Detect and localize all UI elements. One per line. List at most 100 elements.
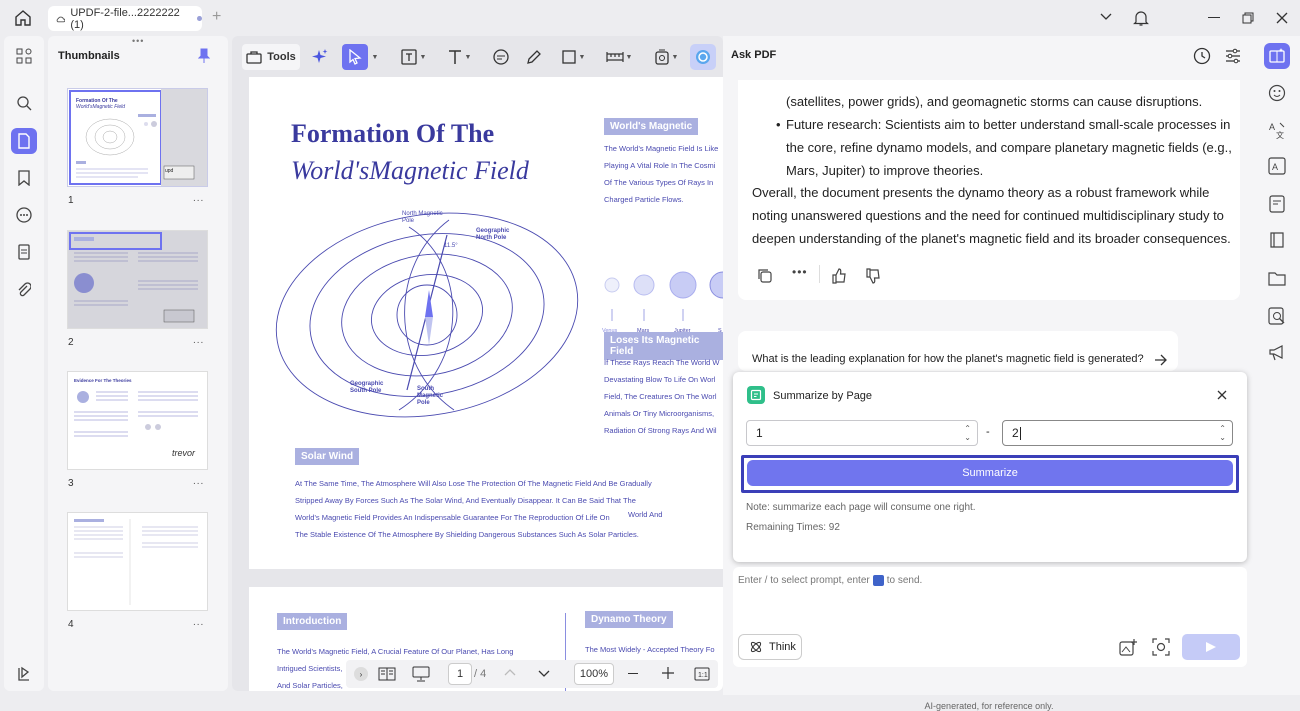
- drag-handle[interactable]: •••: [132, 36, 144, 46]
- world-text-line: Of The Various Types Of Rays In: [604, 178, 714, 187]
- search-icon[interactable]: [12, 91, 36, 115]
- ai-assistant-icon[interactable]: [690, 44, 716, 70]
- suggested-question[interactable]: What is the leading explanation for how …: [738, 331, 1178, 371]
- arrow-right-icon: [1154, 354, 1168, 366]
- stepper-arrows-icon[interactable]: ⌃ ⌄: [964, 424, 971, 442]
- unsaved-dot: [197, 16, 202, 21]
- summarize-dialog-title: Summarize by Page: [773, 390, 873, 402]
- tools-button[interactable]: Tools: [242, 44, 300, 70]
- planets-illustration: [604, 271, 723, 321]
- folder-icon[interactable]: [1265, 266, 1289, 290]
- document-area: Tools ▼ ▼ ▼ ▼ ▼ ▼ Formation Of The World…: [232, 36, 723, 691]
- search-doc-icon[interactable]: [1265, 304, 1289, 328]
- svg-text:A: A: [1269, 122, 1275, 132]
- thumbnail-panel: ••• Thumbnails Formation Of The World'sM…: [48, 36, 228, 691]
- zoom-in-button[interactable]: [662, 667, 674, 679]
- thumbnail-page-3[interactable]: Evidence For The Theories trevor: [68, 372, 207, 469]
- shape-icon[interactable]: ▼: [556, 44, 590, 70]
- answer-line-5: Overall, the document presents the dynam…: [752, 185, 1210, 200]
- intro-text-line: The World's Magnetic Field, A Crucial Fe…: [277, 647, 514, 656]
- megaphone-icon[interactable]: [1265, 341, 1289, 365]
- pen-icon[interactable]: [522, 44, 546, 70]
- toolbar: Tools ▼ ▼ ▼ ▼ ▼ ▼: [236, 40, 719, 72]
- svg-text:1:1: 1:1: [698, 672, 708, 679]
- select-cursor-icon[interactable]: [342, 44, 368, 70]
- placeholder-text-end: to send.: [886, 575, 923, 586]
- loses-text-line: Radiation Of Strong Rays And Wil: [604, 426, 717, 435]
- layers-icon[interactable]: [12, 662, 36, 686]
- thumbnail-more-2[interactable]: ...: [193, 335, 204, 346]
- notification-bell-icon[interactable]: [1133, 9, 1149, 27]
- home-icon[interactable]: [14, 9, 32, 27]
- summary-doc-icon[interactable]: [1265, 192, 1289, 216]
- solar-text-line: The Stable Existence Of The Atmosphere B…: [295, 530, 639, 539]
- summarize-button[interactable]: Summarize: [747, 460, 1233, 486]
- thumbnail-page-2[interactable]: [68, 231, 207, 328]
- stepper-arrows-icon[interactable]: ⌃ ⌄: [1219, 424, 1226, 442]
- thumbnail-page-1[interactable]: Formation Of The World'sMagnetic Field u…: [68, 89, 207, 186]
- thumbnail-more-3[interactable]: ...: [193, 476, 204, 487]
- pin-icon[interactable]: [198, 48, 210, 64]
- section-introduction: Introduction: [277, 613, 348, 630]
- grid-icon[interactable]: [12, 44, 36, 68]
- thumbnail-more-1[interactable]: ...: [193, 193, 204, 204]
- fit-page-icon[interactable]: 1:1: [694, 666, 710, 682]
- chat-bot-icon[interactable]: [1265, 81, 1289, 105]
- settings-sliders-icon[interactable]: [1224, 47, 1242, 65]
- more-options-icon[interactable]: •••: [792, 265, 808, 279]
- add-image-icon[interactable]: [1119, 638, 1137, 656]
- comment-tool-icon[interactable]: [489, 44, 513, 70]
- title-bar: UPDF-2-file...2222222 (1) +: [0, 0, 1300, 36]
- loses-text-block: If These Rays Reach The World W Devastat…: [604, 354, 723, 439]
- page-number-input[interactable]: 1: [448, 663, 472, 685]
- thumbnail-number-2: 2: [68, 337, 74, 348]
- zoom-level[interactable]: 100%: [574, 663, 614, 685]
- zoom-out-button[interactable]: [628, 673, 638, 674]
- minimize-button[interactable]: [1208, 17, 1220, 18]
- thumbnail-number-4: 4: [68, 619, 74, 630]
- reading-mode-icon[interactable]: [378, 666, 396, 682]
- summarize-icon: [747, 386, 765, 404]
- text-tool-icon[interactable]: ▼: [442, 44, 476, 70]
- bookmark-icon[interactable]: [12, 166, 36, 190]
- ocr-icon[interactable]: A: [1265, 154, 1289, 178]
- book-icon[interactable]: [1265, 228, 1289, 252]
- restore-button[interactable]: [1242, 12, 1254, 24]
- from-page-stepper[interactable]: 1 ⌃ ⌄: [746, 420, 978, 446]
- thumbs-up-icon[interactable]: [831, 268, 847, 284]
- measure-icon[interactable]: ▼: [602, 44, 636, 70]
- comment-icon[interactable]: [12, 203, 36, 227]
- document-tab[interactable]: UPDF-2-file...2222222 (1): [48, 6, 202, 31]
- next-page-icon[interactable]: [538, 668, 550, 680]
- edit-text-box-icon[interactable]: ▼: [396, 44, 430, 70]
- screenshot-icon[interactable]: [1152, 638, 1170, 656]
- translate-icon[interactable]: A文: [1265, 118, 1289, 142]
- send-button[interactable]: [1182, 634, 1240, 660]
- section-dynamo-theory: Dynamo Theory: [585, 611, 673, 628]
- close-window-button[interactable]: [1276, 12, 1288, 24]
- prompt-placeholder: Enter / to select prompt, enter to send.: [738, 575, 922, 586]
- thumbnails-icon[interactable]: [11, 128, 37, 154]
- think-toggle[interactable]: Think: [738, 634, 802, 660]
- chevron-down-icon[interactable]: [1100, 12, 1112, 22]
- ai-disclaimer: AI-generated, for reference only.: [924, 701, 1054, 711]
- history-icon[interactable]: [1193, 47, 1211, 65]
- close-dialog-icon[interactable]: [1217, 390, 1227, 400]
- to-page-stepper[interactable]: 2 ⌃ ⌄: [1002, 420, 1233, 446]
- thumbnail-page-4[interactable]: [68, 513, 207, 610]
- loses-text-line: Animals Or Tiny Microorganisms,: [604, 409, 715, 418]
- stamp-icon[interactable]: ▼: [649, 44, 683, 70]
- thumbs-down-icon[interactable]: [865, 268, 881, 284]
- presentation-icon[interactable]: [412, 666, 430, 682]
- attachment-icon[interactable]: [12, 278, 36, 302]
- ai-sparkle-icon[interactable]: [308, 44, 332, 70]
- collapse-arrow-icon[interactable]: ›: [354, 667, 368, 681]
- thumbnail-more-4[interactable]: ...: [193, 617, 204, 628]
- pages-icon[interactable]: [12, 240, 36, 264]
- add-tab-button[interactable]: +: [212, 8, 221, 26]
- label-south-magnetic-pole: South Magnetic Pole: [417, 386, 444, 406]
- ask-pdf-icon[interactable]: [1264, 43, 1290, 69]
- prompt-input-box[interactable]: Enter / to select prompt, enter to send.…: [733, 567, 1247, 667]
- prev-page-icon[interactable]: [504, 666, 516, 678]
- copy-icon[interactable]: [757, 268, 773, 284]
